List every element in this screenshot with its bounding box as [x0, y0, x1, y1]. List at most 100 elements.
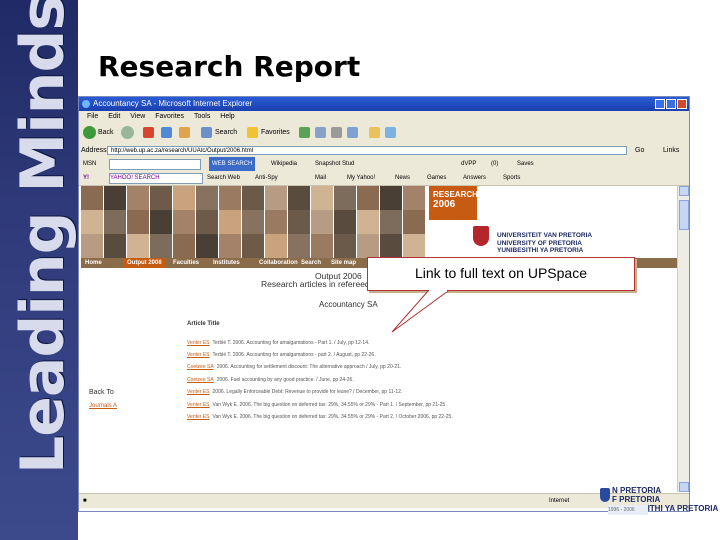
search-toolbar: MSN WEB SEARCH Wikipedia Snapshot Stud d… [79, 157, 689, 171]
mosaic-photo [265, 210, 287, 234]
article-author-link[interactable]: Coetzee SA [187, 377, 214, 383]
article-row[interactable]: Coetzee SA 2006. Fuel accounting by any g… [187, 377, 354, 383]
article-text: Terblé T. 2006. Accounting for amalgamat… [212, 352, 376, 358]
article-text: 2006. Legally Enforceable Debt: Revenue … [212, 389, 403, 395]
journal-name: Accountancy SA [319, 300, 378, 309]
yahoo-logo[interactable]: Y! [83, 171, 89, 185]
internet-zone: Internet [549, 498, 570, 504]
menu-bar: File Edit View Favorites Tools Help [79, 111, 689, 122]
nav-output-2006[interactable]: Output 2006 [123, 258, 166, 268]
ie-page-icon: ■ [83, 498, 87, 504]
article-author-link[interactable]: Venter ES [187, 352, 210, 358]
article-author-link[interactable]: Venter ES [187, 402, 210, 408]
mosaic-photo [334, 234, 356, 258]
links-label[interactable]: Links [663, 144, 679, 157]
article-row[interactable]: Coetzee SA 2006. Accounting for settlemen… [187, 364, 401, 370]
yahoo-search-input[interactable]: YAHOO! SEARCH [109, 173, 203, 184]
article-author-link[interactable]: Venter ES [187, 389, 210, 395]
address-label: Address [81, 147, 107, 154]
mosaic-photo [334, 186, 356, 210]
article-row[interactable]: Venter ES 2006. Legally Enforceable Debt:… [187, 389, 402, 395]
mosaic-photo [219, 186, 241, 210]
anti-spy-button[interactable]: Anti-Spy [255, 171, 278, 185]
window-title: Accountancy SA - Microsoft Internet Expl… [93, 99, 253, 108]
menu-file[interactable]: File [87, 111, 98, 122]
counter-button[interactable]: (0) [491, 157, 498, 171]
article-author-link[interactable]: Venter ES [187, 340, 210, 346]
msn-search-input[interactable] [109, 159, 201, 170]
address-bar: Address http://web.up.ac.za/research/UUA… [79, 144, 689, 157]
scroll-up-arrow-icon[interactable] [679, 186, 689, 196]
back-to-label: Back To [89, 389, 114, 396]
heading-articles: Research articles in refereed [261, 279, 370, 289]
nav-collaboration[interactable]: Collaboration [259, 258, 298, 268]
minimize-button[interactable] [655, 99, 665, 109]
maximize-button[interactable] [666, 99, 676, 109]
favorites-label: Favorites [261, 129, 290, 136]
nav-site-map[interactable]: Site map [331, 258, 356, 268]
back-journals-link[interactable]: Journals A [89, 403, 117, 409]
sports-button[interactable]: Sports [503, 171, 520, 185]
web-search-button[interactable]: WEB SEARCH [209, 157, 256, 171]
article-row[interactable]: Venter ES Terblé T. 2006. Accounting for … [187, 352, 376, 358]
vertical-scrollbar[interactable] [677, 186, 689, 492]
mosaic-photo [196, 186, 218, 210]
mosaic-photo [104, 234, 126, 258]
mosaic-photo [219, 210, 241, 234]
scroll-thumb[interactable] [679, 200, 689, 230]
corner-line-2: F PRETORIA [612, 495, 661, 504]
address-input[interactable]: http://web.up.ac.za/research/UUAtc/Outpu… [107, 146, 627, 155]
mosaic-photo [104, 210, 126, 234]
snapshot-button[interactable]: Snapshot Stud [315, 157, 354, 171]
article-text: Van Wyk E. 2006. The big question on def… [212, 414, 453, 420]
mail-toolbar-button[interactable]: Mail [315, 171, 326, 185]
menu-favorites[interactable]: Favorites [155, 111, 184, 122]
article-author-link[interactable]: Venter ES [187, 414, 210, 420]
nav-search[interactable]: Search [301, 258, 321, 268]
menu-edit[interactable]: Edit [108, 111, 120, 122]
ie-logo-icon [82, 100, 90, 108]
page-heading: Output 2006 Research articles in referee… [261, 272, 370, 289]
article-row[interactable]: Venter ES Terblé T. 2006. Accounting for … [187, 340, 369, 346]
research-year: 2006 [433, 199, 456, 210]
nav-faculties[interactable]: Faculties [173, 258, 199, 268]
news-button[interactable]: News [395, 171, 410, 185]
article-text: Terblé T. 2006. Accounting for amalgamat… [212, 340, 370, 346]
mosaic-photo [196, 234, 218, 258]
mosaic-photo [127, 186, 149, 210]
saves-button[interactable]: Saves [517, 157, 534, 171]
go-button[interactable]: Go [635, 144, 644, 157]
mosaic-photo [334, 210, 356, 234]
wikipedia-button[interactable]: Wikipedia [271, 157, 297, 171]
mosaic-photo [173, 186, 195, 210]
games-button[interactable]: Games [427, 171, 446, 185]
corner-crest-icon [600, 488, 610, 502]
mosaic-photo [127, 234, 149, 258]
nav-institutes[interactable]: Institutes [213, 258, 240, 268]
nav-home[interactable]: Home [85, 258, 102, 268]
my-yahoo-button[interactable]: My Yahoo! [347, 171, 375, 185]
answers-button[interactable]: Answers [463, 171, 486, 185]
close-button[interactable] [677, 99, 687, 109]
mosaic-photo [242, 210, 264, 234]
mosaic-photo [173, 210, 195, 234]
search-web-button[interactable]: Search Web [207, 171, 240, 185]
article-author-link[interactable]: Coetzee SA [187, 364, 214, 370]
mosaic-photo [265, 186, 287, 210]
messenger-icon [385, 127, 396, 138]
back-arrow-icon [83, 126, 96, 139]
forward-arrow-icon [121, 126, 134, 139]
menu-tools[interactable]: Tools [194, 111, 210, 122]
mosaic-photo [403, 186, 425, 210]
mosaic-photo [288, 186, 310, 210]
sidebar-vertical-text: Leading Minds [8, 0, 78, 474]
article-row[interactable]: Venter ES Van Wyk E. 2006. The big questi… [187, 414, 453, 420]
university-name-nso: YUNIBESITHI YA PRETORIA [497, 247, 584, 254]
article-row[interactable]: Venter ES Van Wyk E. 2006. The big questi… [187, 402, 447, 408]
mosaic-photo [265, 234, 287, 258]
dvpp-button[interactable]: dVPP [461, 157, 476, 171]
standard-toolbar: Back Search Favorites [79, 122, 689, 145]
search-icon [201, 127, 212, 138]
menu-help[interactable]: Help [220, 111, 234, 122]
menu-view[interactable]: View [130, 111, 145, 122]
